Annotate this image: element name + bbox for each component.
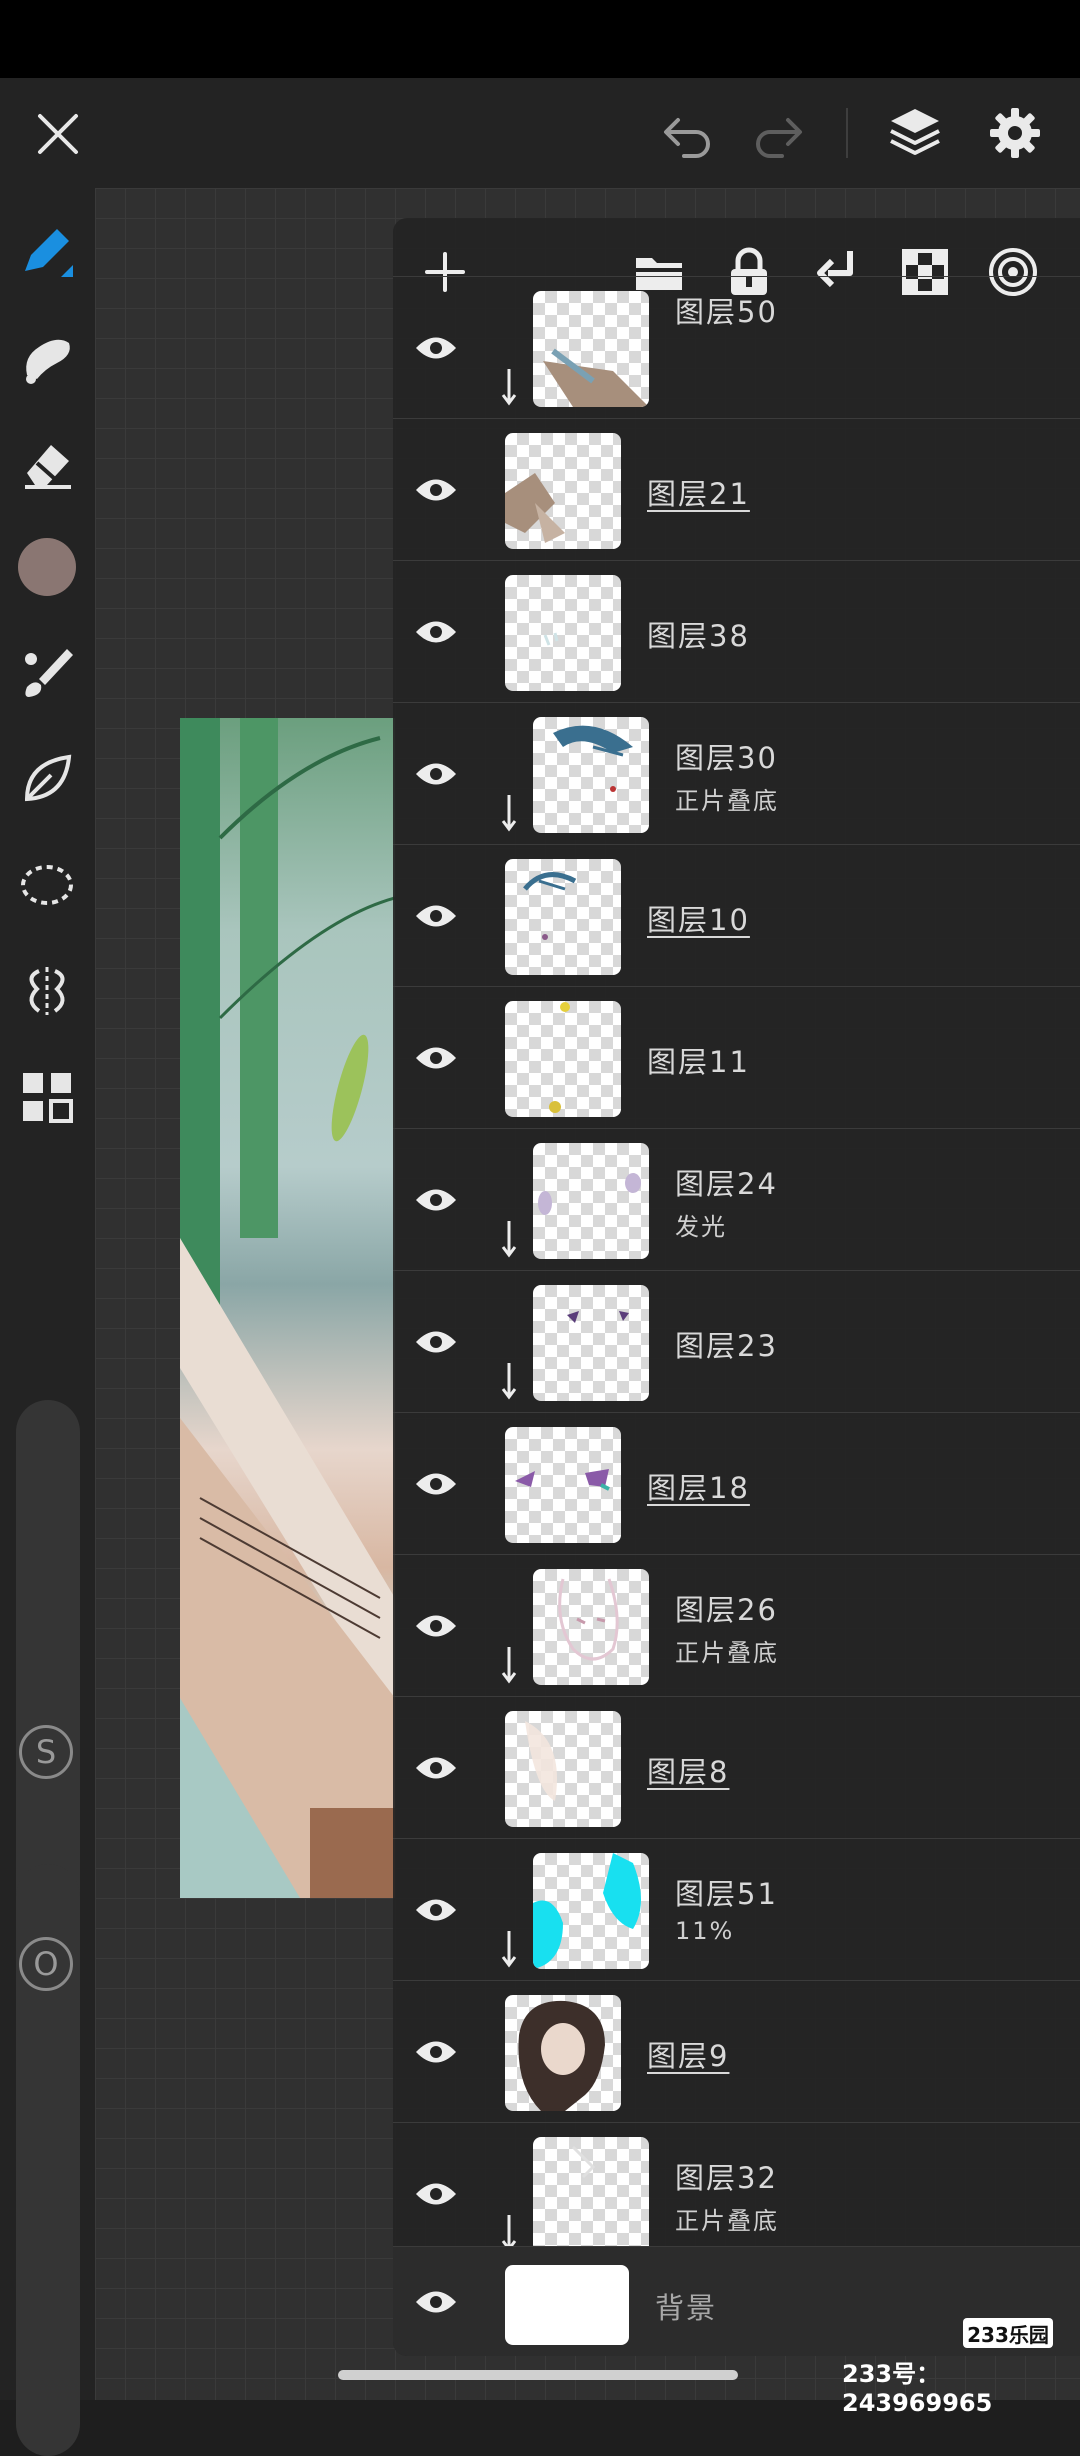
eye-visibility-icon[interactable] [411, 607, 461, 657]
eye-visibility-icon[interactable] [411, 1601, 461, 1651]
blend-mode-label: 正片叠底 [675, 1639, 779, 1667]
watermark-logo: 233乐园 [963, 2318, 1053, 2348]
eye-visibility-icon[interactable] [411, 2169, 461, 2219]
status-bar [0, 0, 1080, 78]
clip-arrow-icon [501, 795, 517, 832]
layer-thumbnail [505, 1001, 621, 1117]
eye-visibility-icon[interactable] [411, 2277, 461, 2327]
top-bar-divider [846, 108, 848, 158]
eye-visibility-icon[interactable] [411, 2027, 461, 2077]
brush-size-button[interactable]: S [19, 1725, 73, 1779]
layer-thumbnail [505, 1427, 621, 1543]
vector-leaf-icon[interactable] [14, 746, 80, 812]
background-thumbnail [505, 2265, 629, 2345]
eye-visibility-icon[interactable] [411, 465, 461, 515]
layer-row[interactable]: 图层26 正片叠底 [393, 1554, 1080, 1696]
clip-arrow-icon [501, 1931, 517, 1968]
layer-thumbnail [533, 1285, 649, 1401]
layer-thumbnail [533, 1853, 649, 1969]
layer-name: 图层32 [675, 2161, 778, 2195]
layer-row[interactable]: 图层23 [393, 1270, 1080, 1412]
close-icon[interactable] [28, 104, 88, 164]
top-bar [0, 78, 1080, 188]
layer-thumbnail [533, 1143, 649, 1259]
layer-row[interactable]: 图层50 [393, 276, 1080, 418]
settings-gear-icon[interactable] [980, 100, 1050, 166]
layer-name: 图层23 [675, 1329, 778, 1363]
layer-row[interactable]: 图层38 [393, 560, 1080, 702]
home-indicator[interactable] [338, 2370, 738, 2380]
eye-visibility-icon[interactable] [411, 1885, 461, 1935]
artwork-canvas[interactable] [180, 718, 395, 1898]
layer-row[interactable]: 图层11 [393, 986, 1080, 1128]
layer-name: 图层50 [675, 295, 778, 329]
eraser-icon[interactable] [14, 430, 80, 496]
layer-row[interactable]: 图层24 发光 [393, 1128, 1080, 1270]
layer-name: 图层38 [647, 619, 750, 653]
left-toolbar: S O [0, 188, 95, 2456]
opacity-label: O [33, 1945, 59, 1983]
blend-mode-label: 正片叠底 [675, 2207, 779, 2235]
layer-name: 图层11 [647, 1045, 750, 1079]
blend-mode-label: 11% [675, 1917, 735, 1945]
blend-mode-label: 正片叠底 [675, 787, 779, 815]
layer-thumbnail [533, 1569, 649, 1685]
layer-name: 图层8 [647, 1755, 730, 1789]
layer-name: 图层26 [675, 1593, 778, 1627]
layer-row[interactable]: 图层21 [393, 418, 1080, 560]
layer-name: 图层24 [675, 1167, 778, 1201]
layer-row[interactable]: 图层32 正片叠底 [393, 2122, 1080, 2264]
grid-menu-icon[interactable] [14, 1064, 80, 1130]
layer-thumbnail [505, 1711, 621, 1827]
layers-panel: 图层50 图层21 图层38 图层30 正片叠底 图层10 图层11 图层24 … [393, 218, 1080, 2356]
layer-name: 图层21 [647, 477, 750, 511]
layer-name: 图层51 [675, 1877, 778, 1911]
layer-thumbnail [533, 2137, 649, 2253]
eye-visibility-icon[interactable] [411, 749, 461, 799]
current-color-circle [18, 538, 76, 596]
layer-row[interactable]: 图层51 11% [393, 1838, 1080, 1980]
layer-row[interactable]: 图层10 [393, 844, 1080, 986]
redo-icon[interactable] [745, 104, 811, 164]
brush-pen-icon[interactable] [14, 218, 80, 284]
smudge-icon[interactable] [14, 324, 80, 390]
background-layer-name: 背景 [655, 2291, 718, 2325]
eye-visibility-icon[interactable] [411, 1317, 461, 1367]
clip-arrow-icon [501, 369, 517, 406]
layer-thumbnail [533, 291, 649, 407]
layer-name: 图层30 [675, 741, 778, 775]
symmetry-icon[interactable] [14, 958, 80, 1024]
layer-thumbnail [533, 717, 649, 833]
eye-visibility-icon[interactable] [411, 1743, 461, 1793]
eye-visibility-icon[interactable] [411, 1033, 461, 1083]
clip-arrow-icon [501, 1363, 517, 1400]
eye-visibility-icon[interactable] [411, 323, 461, 373]
eye-visibility-icon[interactable] [411, 1175, 461, 1225]
layer-name: 图层10 [647, 903, 750, 937]
layer-row[interactable]: 图层9 [393, 1980, 1080, 2122]
layer-thumbnail [505, 575, 621, 691]
layer-row[interactable]: 图层8 [393, 1696, 1080, 1838]
eye-visibility-icon[interactable] [411, 1459, 461, 1509]
layer-thumbnail [505, 859, 621, 975]
eye-visibility-icon[interactable] [411, 891, 461, 941]
layer-thumbnail [505, 1995, 621, 2111]
clip-arrow-icon [501, 1221, 517, 1258]
layer-row[interactable]: 图层18 [393, 1412, 1080, 1554]
watermark-id: 233号： 243969965 [842, 2360, 993, 2417]
layer-thumbnail [505, 433, 621, 549]
color-swatch[interactable] [14, 534, 80, 600]
clip-arrow-icon [501, 1647, 517, 1684]
paint-brush-icon[interactable] [14, 640, 80, 706]
blend-mode-label: 发光 [675, 1213, 727, 1241]
lasso-select-icon[interactable] [14, 852, 80, 918]
layer-name: 图层18 [647, 1471, 750, 1505]
layers-icon[interactable] [880, 100, 950, 166]
layer-row[interactable]: 图层30 正片叠底 [393, 702, 1080, 844]
brush-size-label: S [35, 1733, 57, 1771]
layer-list: 图层50 图层21 图层38 图层30 正片叠底 图层10 图层11 图层24 … [393, 276, 1080, 2356]
layer-name: 图层9 [647, 2039, 730, 2073]
opacity-button[interactable]: O [19, 1937, 73, 1991]
undo-icon[interactable] [655, 104, 721, 164]
